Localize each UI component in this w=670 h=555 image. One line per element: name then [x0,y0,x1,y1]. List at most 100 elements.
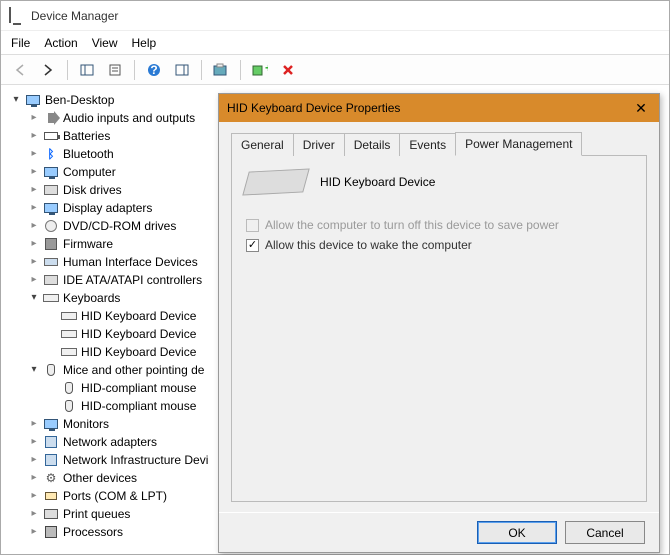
toolbar: ? + [1,55,669,85]
disk-icon [43,182,59,198]
tree-item-label: HID-compliant mouse [81,397,196,415]
mouse-icon [61,380,77,396]
option-wake-row[interactable]: Allow this device to wake the computer [246,238,632,252]
dialog-title: HID Keyboard Device Properties [227,101,631,115]
tree-item-label: Mice and other pointing de [63,361,204,379]
tree-item-label: Ports (COM & LPT) [63,487,167,505]
dialog-titlebar[interactable]: HID Keyboard Device Properties ✕ [219,94,659,122]
net-icon [43,452,59,468]
ok-button[interactable]: OK [477,521,557,544]
speaker-icon [43,110,59,126]
action-pane-button[interactable] [171,59,193,81]
tree-item-label: Other devices [63,469,137,487]
device-header: HID Keyboard Device [246,170,632,194]
mouse-icon [43,362,59,378]
close-icon[interactable]: ✕ [631,98,651,118]
scan-hardware-button[interactable] [210,59,232,81]
gear-icon: ⚙ [43,470,59,486]
kbd-icon [61,308,77,324]
cd-icon [43,218,59,234]
tree-item-label: Audio inputs and outputs [63,109,195,127]
tab-driver[interactable]: Driver [293,133,345,156]
monitor-icon [43,164,59,180]
keyboard-icon [242,168,309,195]
expand-caret-icon[interactable] [27,471,41,485]
tree-item-label: Firmware [63,235,113,253]
tree-item-label: Ben-Desktop [45,91,114,109]
tab-details[interactable]: Details [344,133,401,156]
menu-file[interactable]: File [11,36,30,50]
expand-caret-icon[interactable] [27,273,41,287]
svg-text:?: ? [150,63,157,77]
monitor-icon [43,416,59,432]
cpu-icon [43,524,59,540]
expand-caret-icon [45,399,59,413]
menu-action[interactable]: Action [44,36,77,50]
add-legacy-button[interactable]: + [249,59,271,81]
tree-item-label: DVD/CD-ROM drives [63,217,176,235]
expand-caret-icon[interactable] [27,147,41,161]
expand-caret-icon[interactable] [27,255,41,269]
tab-general[interactable]: General [231,133,294,156]
expand-caret-icon[interactable] [27,111,41,125]
expand-caret-icon [45,345,59,359]
help-button[interactable]: ? [143,59,165,81]
titlebar: Device Manager [1,1,669,31]
tab-events[interactable]: Events [399,133,456,156]
turnoff-label: Allow the computer to turn off this devi… [265,218,559,232]
svg-text:+: + [265,63,268,75]
chip-icon [43,236,59,252]
dialog-buttons: OK Cancel [219,512,659,552]
expand-caret-icon[interactable] [27,363,41,377]
expand-caret-icon[interactable] [27,489,41,503]
kbd-icon [43,290,59,306]
properties-button[interactable] [104,59,126,81]
tree-item-label: Processors [63,523,123,541]
device-manager-window: Device Manager File Action View Help ? +… [0,0,670,555]
bt-icon: ᛒ [43,146,59,162]
dialog-body: GeneralDriverDetailsEventsPower Manageme… [219,122,659,512]
expand-caret-icon[interactable] [27,129,41,143]
expand-caret-icon[interactable] [27,201,41,215]
monitor-icon [43,200,59,216]
menu-help[interactable]: Help [132,36,157,50]
expand-caret-icon[interactable] [27,453,41,467]
tree-item-label: Network Infrastructure Devi [63,451,208,469]
expand-caret-icon[interactable] [27,525,41,539]
back-button[interactable] [9,59,31,81]
expand-caret-icon[interactable] [27,237,41,251]
menu-view[interactable]: View [92,36,118,50]
cancel-button[interactable]: Cancel [565,521,645,544]
device-name-label: HID Keyboard Device [320,175,435,189]
wake-label: Allow this device to wake the computer [265,238,472,252]
uninstall-button[interactable] [277,59,299,81]
expand-caret-icon [45,381,59,395]
wake-checkbox[interactable] [246,239,259,252]
expand-caret-icon[interactable] [27,165,41,179]
show-pane-button[interactable] [76,59,98,81]
tree-item-label: Network adapters [63,433,157,451]
tree-item-label: Monitors [63,415,109,433]
tree-item-label: HID-compliant mouse [81,379,196,397]
toolbar-separator [201,60,202,80]
toolbar-separator [134,60,135,80]
hid-icon [43,254,59,270]
tab-power-management: HID Keyboard Device Allow the computer t… [231,156,647,502]
expand-caret-icon[interactable] [27,417,41,431]
expand-caret-icon[interactable] [27,435,41,449]
expand-caret-icon[interactable] [27,183,41,197]
forward-button[interactable] [37,59,59,81]
expand-caret-icon[interactable] [27,291,41,305]
tab-power-management[interactable]: Power Management [455,132,582,156]
expand-caret-icon[interactable] [9,93,23,107]
toolbar-separator [67,60,68,80]
properties-dialog: HID Keyboard Device Properties ✕ General… [218,93,660,553]
turnoff-checkbox [246,219,259,232]
menubar: File Action View Help [1,31,669,55]
tree-item-label: IDE ATA/ATAPI controllers [63,271,202,289]
kbd-icon [61,344,77,360]
expand-caret-icon[interactable] [27,507,41,521]
monitor-icon [25,92,41,108]
expand-caret-icon[interactable] [27,219,41,233]
tree-item-label: HID Keyboard Device [81,343,196,361]
